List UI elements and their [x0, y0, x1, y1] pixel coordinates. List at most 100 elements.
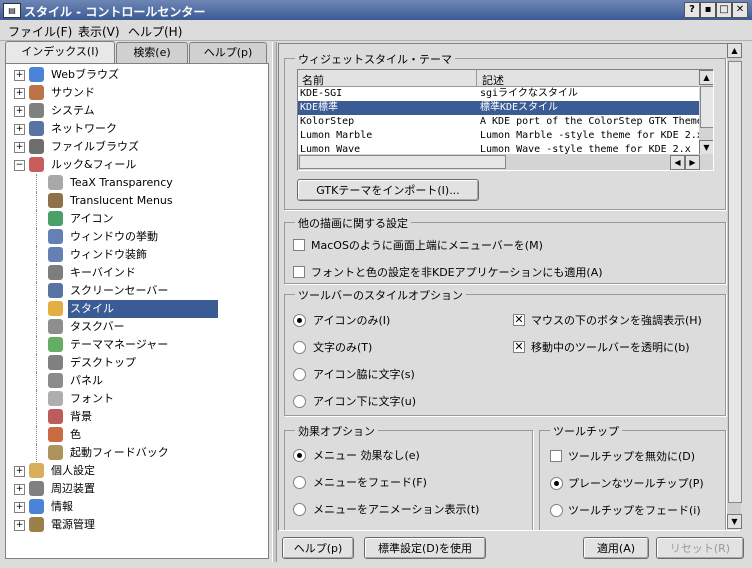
tree-item[interactable]: ウィンドウの挙動 [6, 228, 268, 246]
fade-menu-label[interactable]: メニューをフェード(F) [313, 474, 427, 490]
disable-tooltips-checkbox[interactable] [550, 450, 562, 462]
tree-item[interactable]: + ネットワーク [6, 120, 268, 138]
expand-icon[interactable]: + [14, 106, 25, 117]
theme-row[interactable]: KDE標準 標準KDEスタイル [298, 101, 699, 115]
text-beside-icons-radio[interactable] [293, 368, 306, 381]
plain-tooltips-label[interactable]: プレーンなツールチップ(P) [568, 475, 704, 491]
apply-button[interactable]: 適用(A) [583, 537, 649, 559]
scroll-left-icon[interactable]: ◀ [670, 155, 685, 170]
apply-nonkde-checkbox[interactable] [293, 266, 305, 278]
maximize-button[interactable]: □ [716, 2, 732, 18]
tree-item[interactable]: パネル [6, 372, 268, 390]
scroll-right-icon[interactable]: ▶ [685, 155, 700, 170]
transparent-toolbar-label[interactable]: 移動中のツールバーを透明に(b) [531, 339, 690, 355]
tree-item[interactable]: スクリーンセーバー [6, 282, 268, 300]
highlight-buttons-label[interactable]: マウスの下のボタンを強調表示(H) [531, 312, 702, 328]
tree-item[interactable]: + ファイルブラウズ [6, 138, 268, 156]
icons-only-radio[interactable] [293, 314, 306, 327]
expand-icon[interactable]: + [14, 466, 25, 477]
theme-row[interactable]: KolorStep A KDE port of the ColorStep GTK… [298, 115, 699, 129]
tree-item[interactable]: + 周辺装置 [6, 480, 268, 498]
tab-search[interactable]: 検索(e) [116, 42, 188, 63]
collapse-icon[interactable]: − [14, 160, 25, 171]
text-under-icons-radio[interactable] [293, 395, 306, 408]
apply-nonkde-label[interactable]: フォントと色の設定を非KDEアプリケーションにも適用(A) [311, 264, 603, 280]
tree-item[interactable]: + 個人設定 [6, 462, 268, 480]
tree-item[interactable]: + サウンド [6, 84, 268, 102]
tree-item[interactable]: スタイル [6, 300, 268, 318]
tree-item[interactable]: ウィンドウ装飾 [6, 246, 268, 264]
tree-item[interactable]: − ルック&フィール [6, 156, 268, 174]
expand-icon[interactable]: + [14, 484, 25, 495]
menu-view[interactable]: 表示(V) [78, 23, 120, 40]
no-menu-effect-label[interactable]: メニュー 効果なし(e) [313, 447, 420, 463]
title-bar[interactable]: ▤ スタイル - コントロールセンター ? ▪ □ ✕ [0, 0, 752, 20]
tree-item[interactable]: アイコン [6, 210, 268, 228]
tree-item[interactable]: デスクトップ [6, 354, 268, 372]
text-only-label[interactable]: 文字のみ(T) [313, 339, 372, 355]
tree-item[interactable]: 起動フィードバック [6, 444, 268, 462]
expand-icon[interactable]: + [14, 88, 25, 99]
gtk-import-button[interactable]: GTKテーマをインポート(I)... [297, 179, 479, 201]
content-vscroll-thumb[interactable] [728, 61, 742, 503]
no-menu-effect-radio[interactable] [293, 449, 306, 462]
splitter[interactable] [272, 42, 277, 562]
minimize-button[interactable]: ▪ [700, 2, 716, 18]
use-defaults-button[interactable]: 標準設定(D)を使用 [364, 537, 486, 559]
scroll-down-icon[interactable]: ▼ [699, 140, 713, 155]
macos-menubar-checkbox[interactable] [293, 239, 305, 251]
tree-item[interactable]: タスクバー [6, 318, 268, 336]
tab-index[interactable]: インデックス(I) [5, 41, 115, 64]
tree-item[interactable]: + 電源管理 [6, 516, 268, 534]
fade-menu-radio[interactable] [293, 476, 306, 489]
theme-row[interactable]: KDE-SGI sgiライクなスタイル [298, 87, 699, 101]
menu-file[interactable]: ファイル(F) [8, 23, 72, 40]
text-beside-icons-label[interactable]: アイコン脇に文字(s) [313, 366, 415, 382]
tree-item[interactable]: キーバインド [6, 264, 268, 282]
tree-item[interactable]: Translucent Menus [6, 192, 268, 210]
tree-item[interactable]: + Webブラウズ [6, 66, 268, 84]
vscroll-thumb[interactable] [700, 86, 713, 128]
expand-icon[interactable]: + [14, 520, 25, 531]
expand-icon[interactable]: + [14, 124, 25, 135]
expand-icon[interactable]: + [14, 502, 25, 513]
tree-item[interactable]: TeaX Transparency [6, 174, 268, 192]
icons-only-label[interactable]: アイコンのみ(I) [313, 312, 390, 328]
column-name[interactable]: 名前 [302, 72, 324, 88]
close-button[interactable]: ✕ [732, 2, 748, 18]
tree-item[interactable]: + 情報 [6, 498, 268, 516]
text-under-icons-label[interactable]: アイコン下に文字(u) [313, 393, 416, 409]
animate-menu-radio[interactable] [293, 503, 306, 516]
theme-list[interactable]: 名前 記述 KDE-SGI sgiライクなスタイル KDE標準 標準KDEスタイル Ko… [297, 69, 714, 171]
help-button[interactable]: ヘルプ(p) [282, 537, 354, 559]
disable-tooltips-label[interactable]: ツールチップを無効に(D) [568, 448, 695, 464]
module-tree[interactable]: + Webブラウズ + サウンド + システム + ネットワーク + ファイルブラウズ − ルック&フ… [5, 63, 269, 559]
tree-item[interactable]: + システム [6, 102, 268, 120]
content-scroll-up-icon[interactable]: ▲ [727, 43, 742, 58]
theme-hscroll[interactable]: ◀ ▶ [298, 154, 713, 170]
tree-item[interactable]: フォント [6, 390, 268, 408]
hscroll-thumb[interactable] [299, 155, 506, 169]
app-icon[interactable]: ▤ [3, 3, 21, 18]
animate-menu-label[interactable]: メニューをアニメーション表示(t) [313, 501, 479, 517]
transparent-toolbar-checkbox[interactable]: ✕ [513, 341, 525, 353]
fade-tooltips-radio[interactable] [550, 504, 563, 517]
menu-help[interactable]: ヘルプ(H) [128, 23, 182, 40]
content-scroll-down-icon[interactable]: ▼ [727, 514, 742, 529]
fade-tooltips-label[interactable]: ツールチップをフェード(i) [568, 502, 701, 518]
help-window-button[interactable]: ? [684, 2, 700, 18]
plain-tooltips-radio[interactable] [550, 477, 563, 490]
expand-icon[interactable]: + [14, 142, 25, 153]
macos-menubar-label[interactable]: MacOSのように画面上端にメニューバーを(M) [311, 237, 543, 253]
expand-icon[interactable]: + [14, 70, 25, 81]
column-description[interactable]: 記述 [482, 72, 504, 88]
scroll-up-icon[interactable]: ▲ [699, 70, 713, 85]
theme-vscroll[interactable]: ▲ ▼ [699, 70, 713, 155]
tree-item[interactable]: 背景 [6, 408, 268, 426]
reset-button[interactable]: リセット(R) [656, 537, 744, 559]
tree-item[interactable]: テーママネージャー [6, 336, 268, 354]
theme-row[interactable]: Lumon Marble Lumon Marble -style theme fo… [298, 129, 699, 143]
content-vscroll[interactable]: ▲ ▼ [727, 43, 742, 529]
tree-item[interactable]: 色 [6, 426, 268, 444]
highlight-buttons-checkbox[interactable]: ✕ [513, 314, 525, 326]
